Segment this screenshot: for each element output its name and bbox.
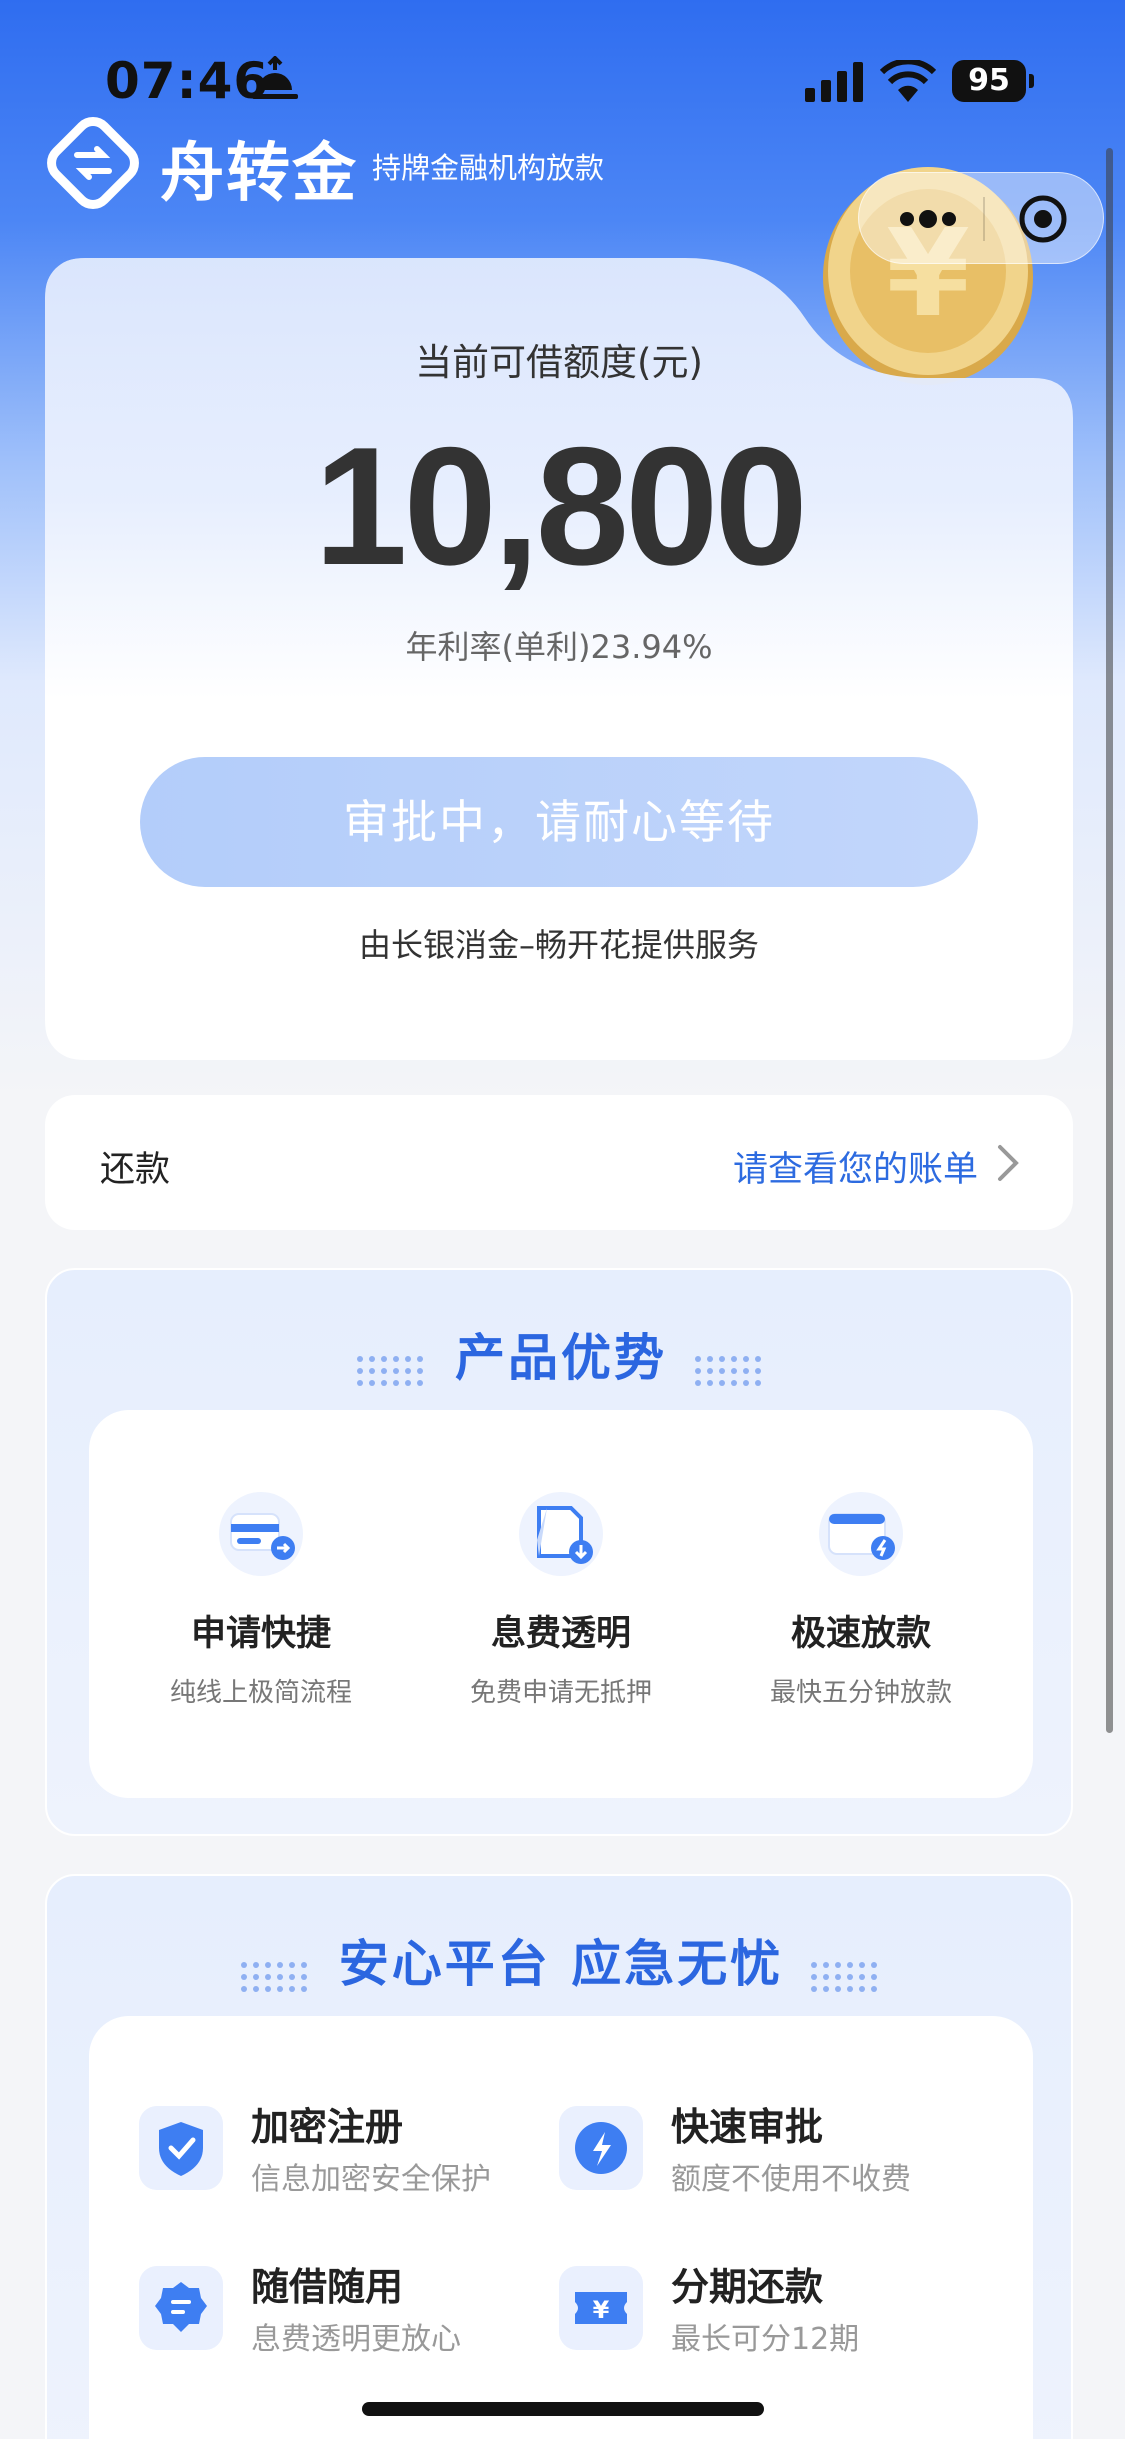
dots-decoration-icon	[240, 1961, 307, 1992]
platform-item: 随借随用 息费透明更放心	[139, 2256, 559, 2366]
status-bar: 07:46 95	[0, 0, 1125, 130]
platform-item-desc: 额度不使用不收费	[671, 2162, 911, 2197]
dots-decoration-icon	[356, 1355, 423, 1386]
more-icon[interactable]	[897, 209, 959, 229]
quota-label: 当前可借额度(元)	[415, 341, 703, 384]
view-bill-link[interactable]: 请查看您的账单	[733, 1141, 978, 1192]
platform-section: 安心平台 应急无忧 加密注册 信息加密安全保护 快速审批 额度不使用不收费 随借…	[45, 1874, 1073, 2439]
platform-title: 安心平台 应急无忧	[338, 1935, 784, 1993]
battery-indicator: 95	[952, 60, 1034, 102]
platform-item-desc: 息费透明更放心	[251, 2322, 461, 2357]
advantage-title: 息费透明	[490, 1614, 631, 1654]
signal-icon	[805, 62, 863, 102]
brand-tagline: 持牌金融机构放款	[372, 151, 605, 185]
card-arrow-icon	[219, 1492, 303, 1576]
annual-rate: 年利率(单利)23.94%	[405, 628, 713, 666]
quota-amount: 10,800	[314, 412, 808, 600]
status-time: 07:46	[105, 52, 270, 110]
repay-row[interactable]: 还款 请查看您的账单	[45, 1095, 1073, 1230]
platform-item-desc: 最长可分12期	[671, 2322, 860, 2357]
platform-panel: 加密注册 信息加密安全保护 快速审批 额度不使用不收费 随借随用 息费透明更放心	[89, 2016, 1033, 2439]
platform-item-desc: 信息加密安全保护	[251, 2162, 491, 2197]
wallet-icon	[819, 1492, 903, 1576]
scrollbar[interactable]	[1106, 148, 1113, 1733]
home-indicator[interactable]	[362, 2402, 764, 2416]
miniapp-capsule	[858, 172, 1104, 264]
lightning-icon	[559, 2106, 643, 2190]
platform-item: 快速审批 额度不使用不收费	[559, 2096, 979, 2206]
platform-item-title: 快速审批	[671, 2105, 824, 2149]
platform-item-title: 加密注册	[251, 2105, 404, 2149]
badge-icon	[139, 2266, 223, 2350]
platform-item-title: 随借随用	[251, 2265, 404, 2309]
platform-title-row: 安心平台 应急无忧	[47, 1924, 1075, 1997]
advantages-title: 产品优势	[455, 1329, 667, 1387]
advantage-desc: 免费申请无抵押	[469, 1678, 652, 1708]
chevron-right-icon	[998, 1145, 1019, 1181]
yuan-ticket-icon: ¥	[559, 2266, 643, 2350]
platform-item: ¥ 分期还款 最长可分12期	[559, 2256, 979, 2366]
dots-decoration-icon	[811, 1961, 878, 1992]
capsule-divider	[983, 197, 985, 241]
sunrise-icon	[252, 56, 298, 99]
platform-item: 加密注册 信息加密安全保护	[139, 2096, 559, 2206]
brand-logo-icon	[47, 117, 139, 209]
approval-status-button[interactable]: 审批中，请耐心等待	[140, 757, 978, 887]
advantage-title: 极速放款	[790, 1614, 931, 1654]
document-icon	[519, 1492, 603, 1576]
dots-decoration-icon	[695, 1355, 762, 1386]
advantage-title: 申请快捷	[190, 1614, 331, 1654]
advantage-desc: 纯线上极简流程	[169, 1678, 352, 1708]
advantages-title-row: 产品优势	[47, 1318, 1075, 1391]
platform-item-title: 分期还款	[671, 2265, 824, 2309]
svg-text:¥: ¥	[593, 2296, 610, 2324]
product-advantages-section: 产品优势 申请快捷 纯线上极简流程 息费透明 免费申请无抵押 极速放款 最快五分…	[45, 1268, 1073, 1836]
close-target-icon[interactable]	[1017, 193, 1069, 245]
brand-name: 舟转金	[160, 137, 358, 211]
advantage-desc: 最快五分钟放款	[769, 1678, 952, 1708]
service-provider: 由长银消金–畅开花提供服务	[358, 926, 759, 964]
wifi-icon	[880, 60, 936, 102]
shield-check-icon	[139, 2106, 223, 2190]
advantages-panel: 申请快捷 纯线上极简流程 息费透明 免费申请无抵押 极速放款 最快五分钟放款	[89, 1410, 1033, 1798]
repay-label: 还款	[100, 1150, 171, 1190]
